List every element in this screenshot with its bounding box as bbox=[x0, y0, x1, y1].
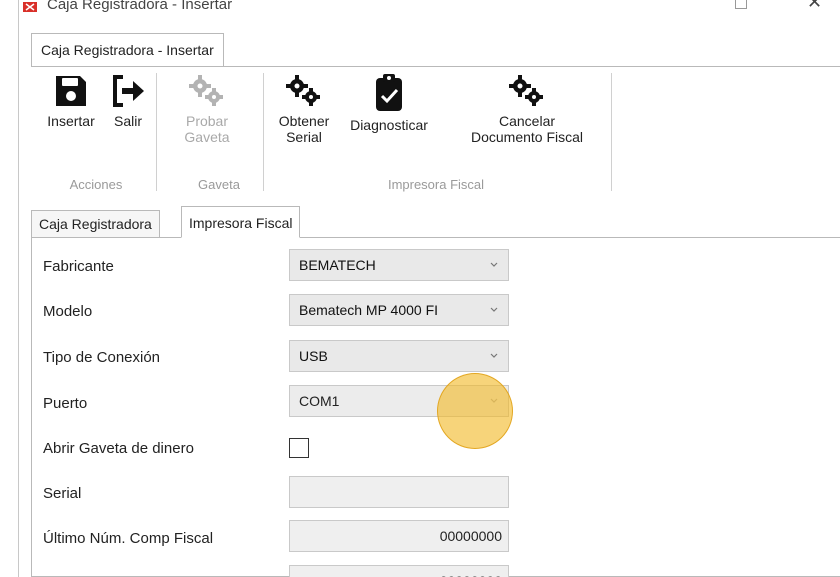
gears-icon bbox=[286, 75, 320, 106]
next-number-field[interactable]: 00000000 bbox=[289, 565, 509, 577]
tipo-conexion-value: USB bbox=[299, 348, 328, 364]
app-window: Caja Registradora - Insertar ✕ Caja Regi… bbox=[18, 0, 840, 577]
gears-icon bbox=[189, 75, 223, 106]
chevron-down-icon bbox=[490, 307, 498, 312]
salir-button[interactable]: Salir bbox=[105, 73, 151, 129]
serial-field-label: Serial bbox=[43, 485, 82, 502]
obtener-label: Obtener bbox=[278, 113, 330, 129]
tipo-conexion-label: Tipo de Conexión bbox=[43, 349, 161, 366]
probar-gaveta-button[interactable]: Probar Gaveta bbox=[179, 73, 235, 145]
chevron-down-icon bbox=[490, 262, 498, 267]
serial-field[interactable] bbox=[289, 476, 509, 508]
ribbon-panel: Insertar Salir Probar Gaveta Obtener Ser… bbox=[31, 66, 840, 196]
gaveta-label: Gaveta bbox=[184, 129, 230, 145]
abrir-gaveta-label: Abrir Gaveta de dinero bbox=[43, 440, 194, 457]
ribbon-tab[interactable]: Caja Registradora - Insertar bbox=[31, 33, 224, 66]
serial-label: Serial bbox=[286, 129, 322, 145]
puerto-value: COM1 bbox=[299, 393, 340, 409]
chevron-down-icon bbox=[490, 398, 498, 403]
probar-label: Probar bbox=[185, 113, 229, 129]
diagnosticar-label: Diagnosticar bbox=[350, 117, 428, 133]
obtener-serial-button[interactable]: Obtener Serial bbox=[271, 73, 337, 145]
modelo-value: Bematech MP 4000 FI bbox=[299, 302, 439, 318]
insertar-label: Insertar bbox=[47, 113, 95, 129]
group-label-gaveta: Gaveta bbox=[198, 177, 240, 192]
title-bar: Caja Registradora - Insertar ✕ bbox=[19, 0, 840, 20]
close-icon[interactable]: ✕ bbox=[807, 0, 822, 13]
tipo-conexion-select[interactable]: USB bbox=[289, 340, 509, 372]
salir-label: Salir bbox=[113, 113, 142, 129]
modelo-label: Modelo bbox=[43, 303, 93, 320]
group-separator bbox=[611, 73, 612, 191]
diagnosticar-button[interactable]: Diagnosticar bbox=[345, 73, 433, 133]
documento-fiscal-label: Documento Fiscal bbox=[470, 129, 584, 145]
impresora-fiscal-panel: Fabricante BEMATECH Modelo Bematech MP 4… bbox=[31, 237, 840, 577]
maximize-icon[interactable] bbox=[735, 0, 747, 9]
window-title: Caja Registradora - Insertar bbox=[47, 0, 233, 13]
fabricante-select[interactable]: BEMATECH bbox=[289, 249, 509, 281]
cancelar-label: Cancelar bbox=[498, 113, 556, 129]
chevron-down-icon bbox=[490, 353, 498, 358]
group-separator bbox=[263, 73, 264, 191]
insertar-button[interactable]: Insertar bbox=[41, 73, 101, 129]
modelo-select[interactable]: Bematech MP 4000 FI bbox=[289, 294, 509, 326]
gears-icon bbox=[509, 75, 543, 106]
clipboard-check-icon bbox=[376, 74, 402, 111]
cancelar-documento-fiscal-button[interactable]: Cancelar Documento Fiscal bbox=[453, 73, 601, 145]
tab-impresora-fiscal[interactable]: Impresora Fiscal bbox=[181, 206, 301, 238]
content-tabs: Caja Registradora Impresora Fiscal bbox=[31, 206, 840, 238]
tab-caja-registradora[interactable]: Caja Registradora bbox=[31, 210, 160, 238]
ribbon: Caja Registradora - Insertar Insertar Sa… bbox=[19, 33, 840, 201]
puerto-label: Puerto bbox=[43, 395, 88, 412]
group-label-acciones: Acciones bbox=[69, 177, 123, 192]
ultimo-num-label: Último Núm. Comp Fiscal bbox=[43, 530, 214, 547]
group-label-impresora-fiscal: Impresora Fiscal bbox=[387, 177, 485, 192]
puerto-select[interactable]: COM1 bbox=[289, 385, 509, 417]
exit-icon bbox=[113, 75, 144, 107]
save-icon bbox=[56, 76, 86, 106]
group-separator bbox=[156, 73, 157, 191]
app-red-icon bbox=[23, 2, 37, 12]
fabricante-label: Fabricante bbox=[43, 258, 114, 275]
fabricante-value: BEMATECH bbox=[299, 257, 376, 273]
abrir-gaveta-checkbox[interactable] bbox=[289, 438, 309, 458]
ultimo-num-field[interactable]: 00000000 bbox=[289, 520, 509, 552]
